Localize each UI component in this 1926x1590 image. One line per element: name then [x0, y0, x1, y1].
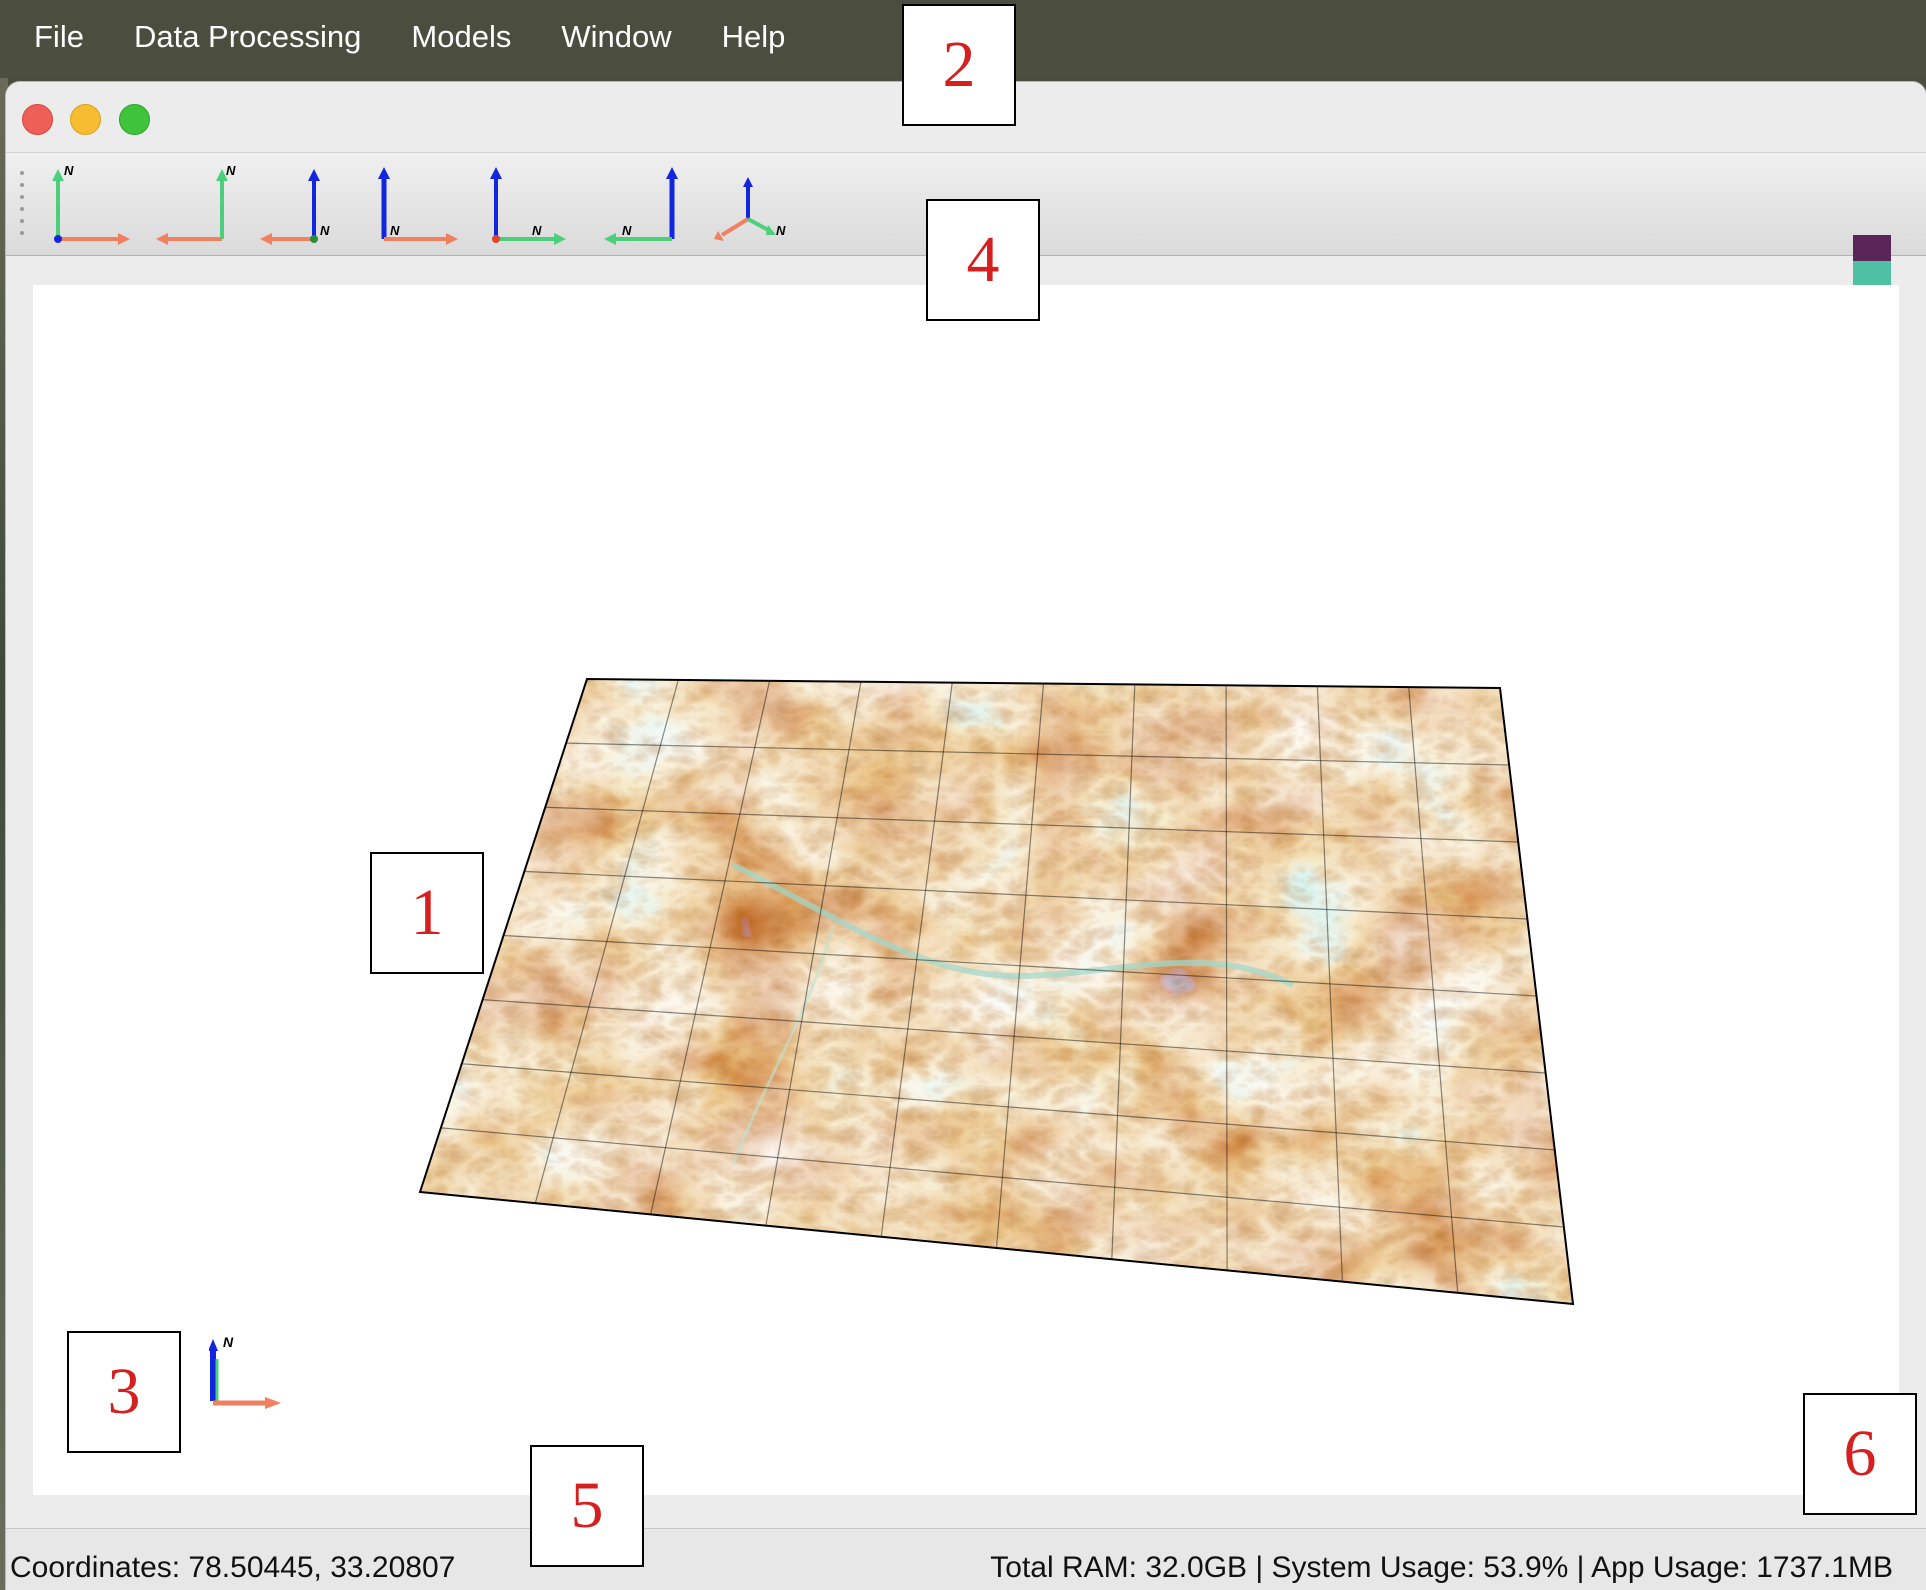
- 3d-viewport[interactable]: N: [33, 285, 1899, 1495]
- view-north-up-left-icon: N: [52, 163, 130, 245]
- callout-6: 6: [1803, 1393, 1917, 1515]
- system-usage-readout: Total RAM: 32.0GB | System Usage: 53.9% …: [990, 1551, 1893, 1584]
- mini-axes-north-label: N: [223, 1334, 234, 1350]
- view-north-west-icon: N: [604, 167, 678, 245]
- callout-4: 4: [926, 199, 1040, 321]
- svg-text:N: N: [64, 163, 74, 178]
- svg-text:N: N: [622, 223, 632, 238]
- menu-file[interactable]: File: [0, 0, 109, 78]
- callout-5: 5: [530, 1445, 644, 1567]
- view-north-up-right-icon: N: [156, 163, 236, 245]
- view-north-east-button[interactable]: N: [470, 163, 566, 249]
- status-bar: Coordinates: 78.50445, 33.20807 Total RA…: [6, 1528, 1926, 1590]
- menu-models[interactable]: Models: [386, 0, 536, 78]
- orientation-axes-widget: N: [209, 1334, 281, 1409]
- svg-text:N: N: [226, 163, 236, 178]
- view-north-right-icon: N: [260, 169, 330, 245]
- menu-window[interactable]: Window: [536, 0, 696, 78]
- svg-text:N: N: [320, 223, 330, 238]
- callout-1: 1: [370, 852, 484, 974]
- close-window-button[interactable]: [22, 104, 53, 135]
- toolbar-grip-handle[interactable]: [20, 171, 24, 239]
- minimize-window-button[interactable]: [70, 104, 101, 135]
- callout-2: 2: [902, 4, 1016, 126]
- view-north-west-button[interactable]: N: [596, 163, 692, 249]
- maximize-window-button[interactable]: [119, 104, 150, 135]
- menu-data-processing[interactable]: Data Processing: [109, 0, 386, 78]
- coordinates-readout: Coordinates: 78.50445, 33.20807: [10, 1551, 456, 1584]
- svg-text:N: N: [532, 223, 542, 238]
- view-north-east-icon: N: [490, 167, 566, 245]
- swatch-purple: [1853, 235, 1891, 261]
- terrain-map-surface[interactable]: [33, 285, 1899, 1495]
- callout-3: 3: [67, 1331, 181, 1453]
- view-north-up-right-button[interactable]: N: [146, 163, 242, 249]
- menu-help[interactable]: Help: [697, 0, 811, 78]
- view-north-down-icon: N: [378, 167, 458, 245]
- svg-text:N: N: [390, 223, 400, 238]
- view-north-up-left-button[interactable]: N: [34, 163, 130, 249]
- view-isometric-button[interactable]: N: [704, 163, 800, 249]
- view-north-down-button[interactable]: N: [362, 163, 458, 249]
- view-north-right-button[interactable]: N: [254, 163, 350, 249]
- swatch-teal: [1853, 261, 1891, 287]
- view-isometric-icon: N: [714, 177, 786, 241]
- svg-text:N: N: [776, 223, 786, 238]
